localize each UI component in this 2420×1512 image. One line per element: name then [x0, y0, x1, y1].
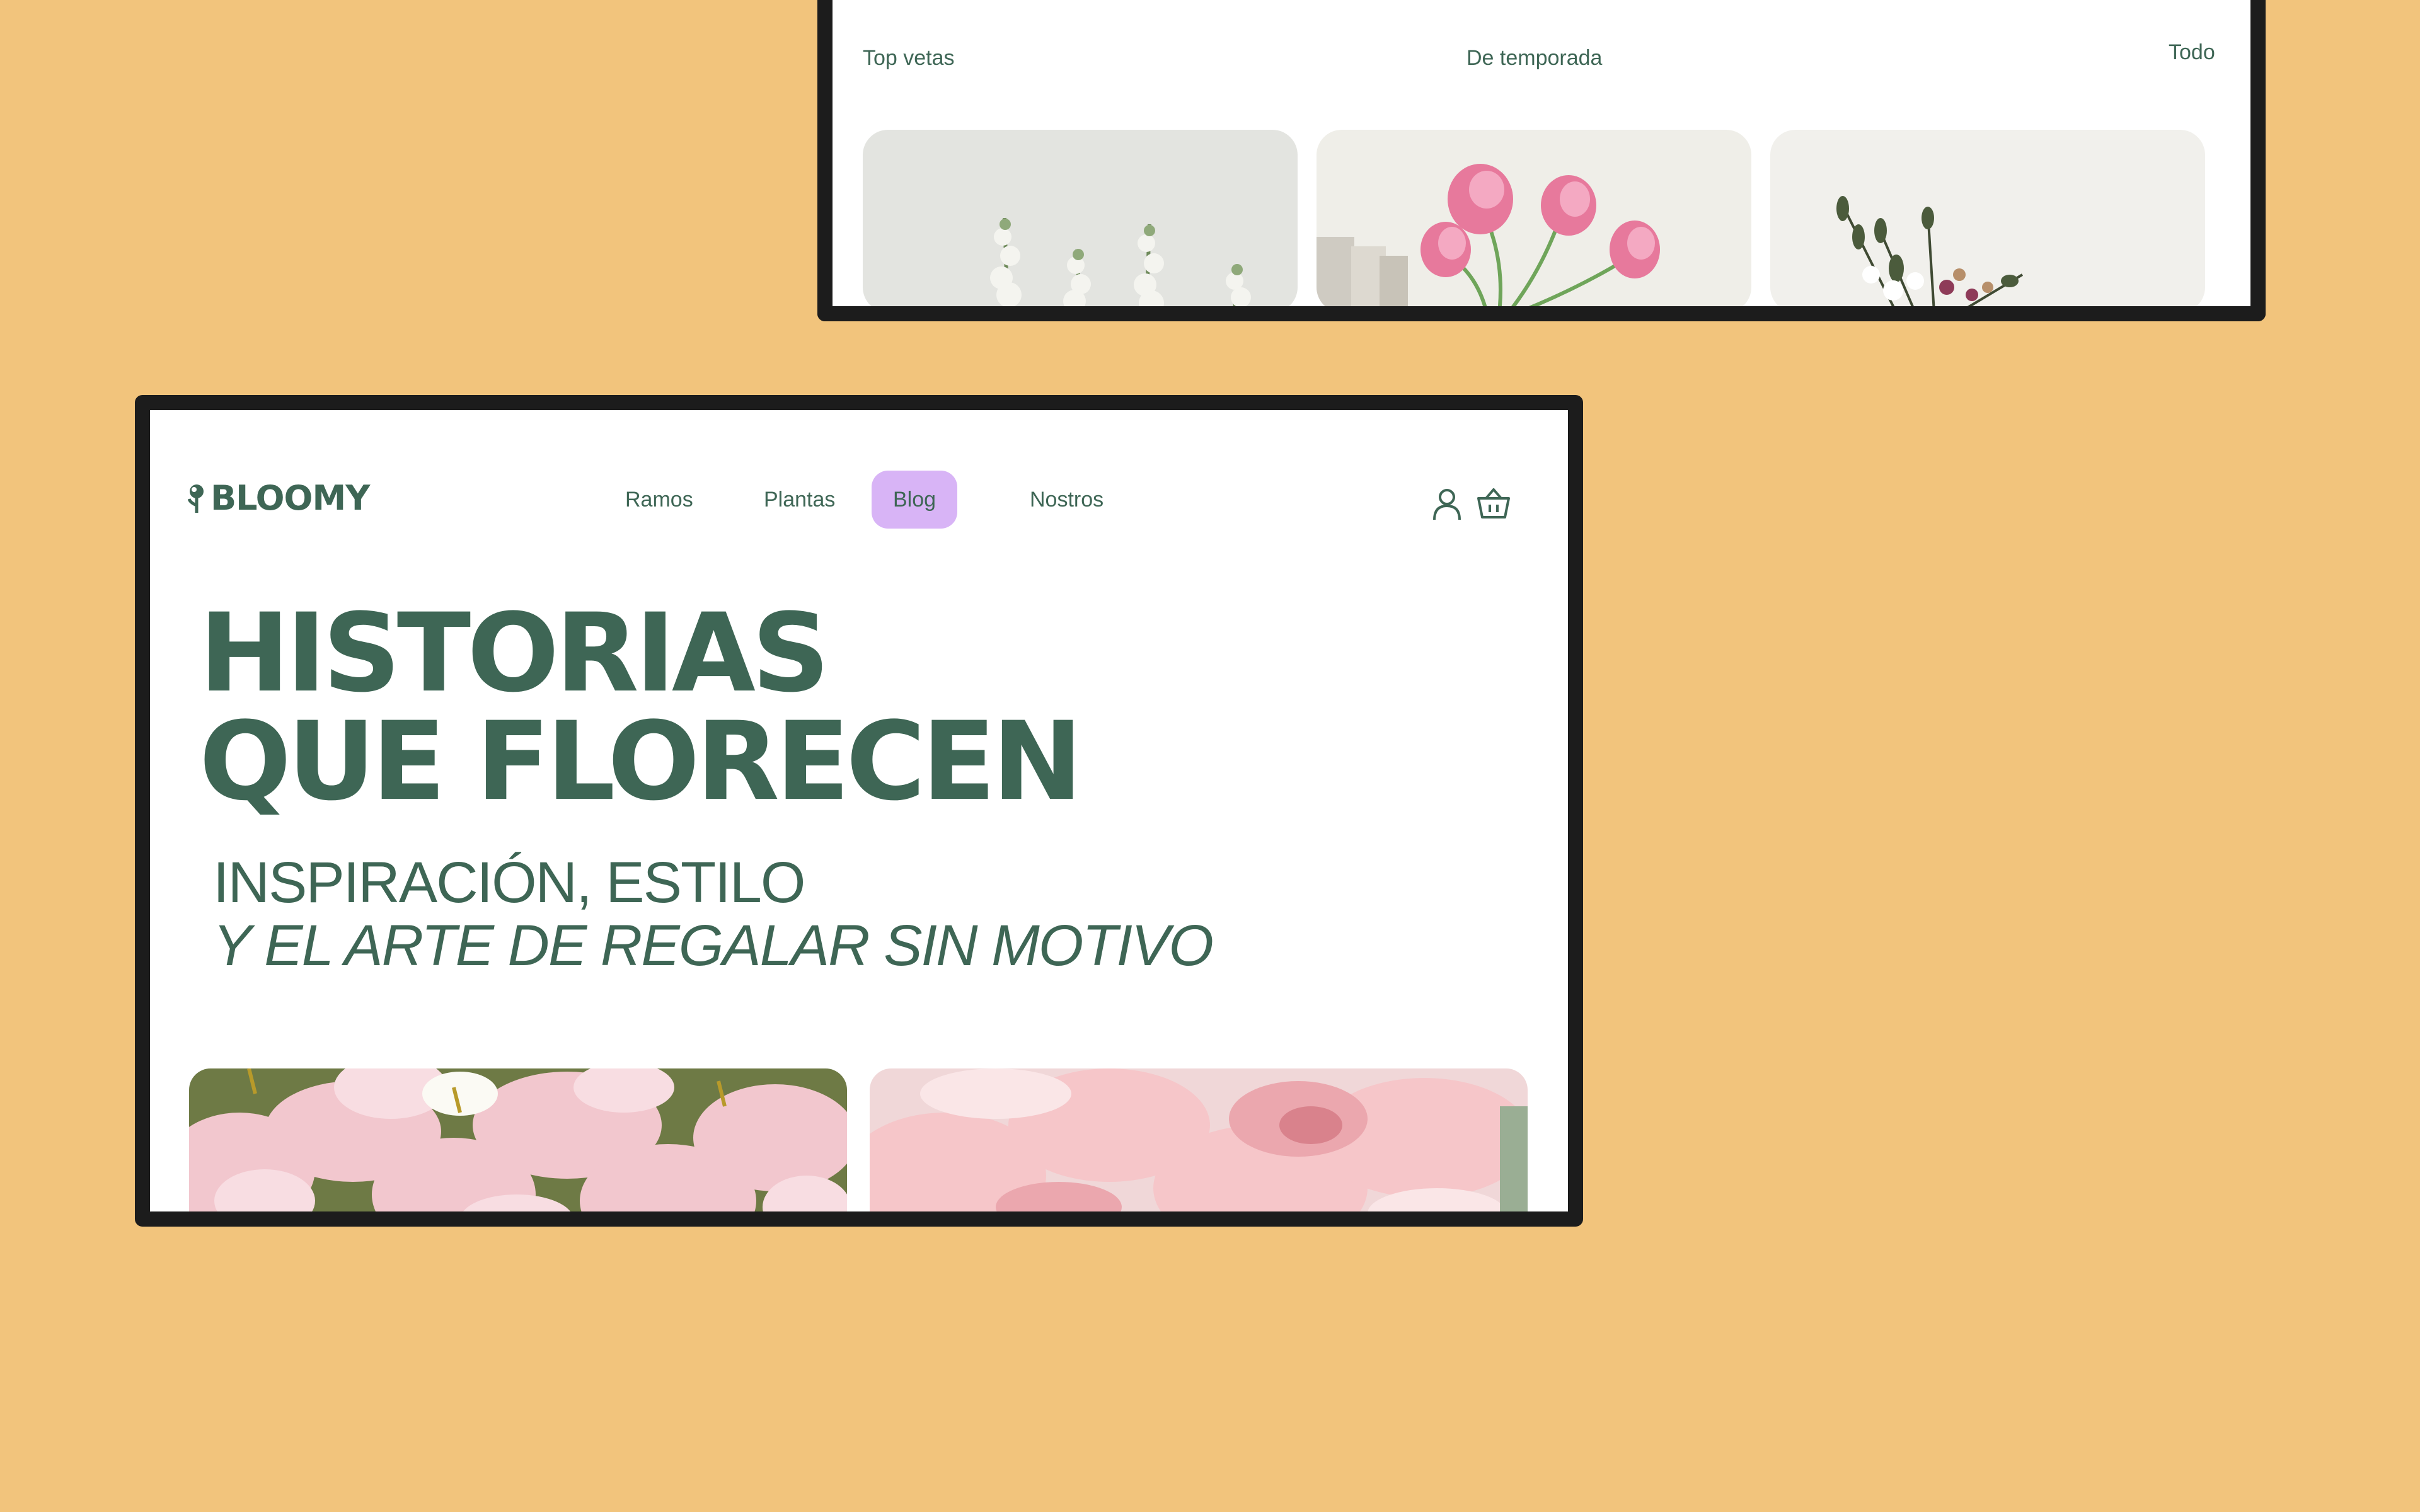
hero-headline: HISTORIAS QUE FLORECEN — [199, 590, 1083, 825]
pink-carnation-photo — [870, 1068, 1528, 1211]
nav-blog[interactable]: Blog — [872, 471, 958, 529]
headline-line-1: HISTORIAS — [199, 590, 830, 716]
pink-tulips-image — [1317, 130, 1751, 306]
flower-logo-icon — [188, 484, 204, 513]
product-card-dried-flowers[interactable] — [1770, 130, 2205, 306]
product-card-pink-tulips[interactable] — [1317, 130, 1751, 306]
main-browser-mockup: BLOOMY Ramos Plantas Blog Nostros HISTOR… — [135, 395, 1583, 1227]
hero-subtitle-line-1: INSPIRACIÓN, ESTILO — [213, 850, 805, 915]
filter-top-ventas[interactable]: Top vetas — [863, 46, 955, 71]
nav-nostros[interactable]: Nostros — [1008, 471, 1125, 529]
nav-plantas[interactable]: Plantas — [742, 471, 856, 529]
dried-flowers-image — [1770, 130, 2205, 306]
top-browser-mockup: Top vetas De temporada Todo — [817, 0, 2266, 321]
product-card-white-flowers[interactable] — [863, 130, 1298, 306]
white-flowers-image — [863, 130, 1298, 306]
pink-tulips-photo — [189, 1068, 847, 1211]
blog-photo-carnations[interactable] — [870, 1068, 1528, 1211]
blog-photo-tulips[interactable] — [189, 1068, 847, 1211]
logo-wordmark: BLOOMY — [210, 478, 370, 518]
filter-de-temporada[interactable]: De temporada — [1466, 46, 1602, 71]
basket-icon[interactable] — [1476, 486, 1511, 521]
nav-ramos[interactable]: Ramos — [604, 471, 715, 529]
view-all-link[interactable]: Todo — [2169, 40, 2215, 65]
user-icon[interactable] — [1429, 486, 1465, 521]
headline-line-2: QUE FLORECEN — [199, 698, 1083, 825]
hero-subtitle-line-2: Y EL ARTE DE REGALAR SIN MOTIVO — [213, 914, 1214, 978]
bloomy-logo[interactable]: BLOOMY — [188, 478, 370, 518]
